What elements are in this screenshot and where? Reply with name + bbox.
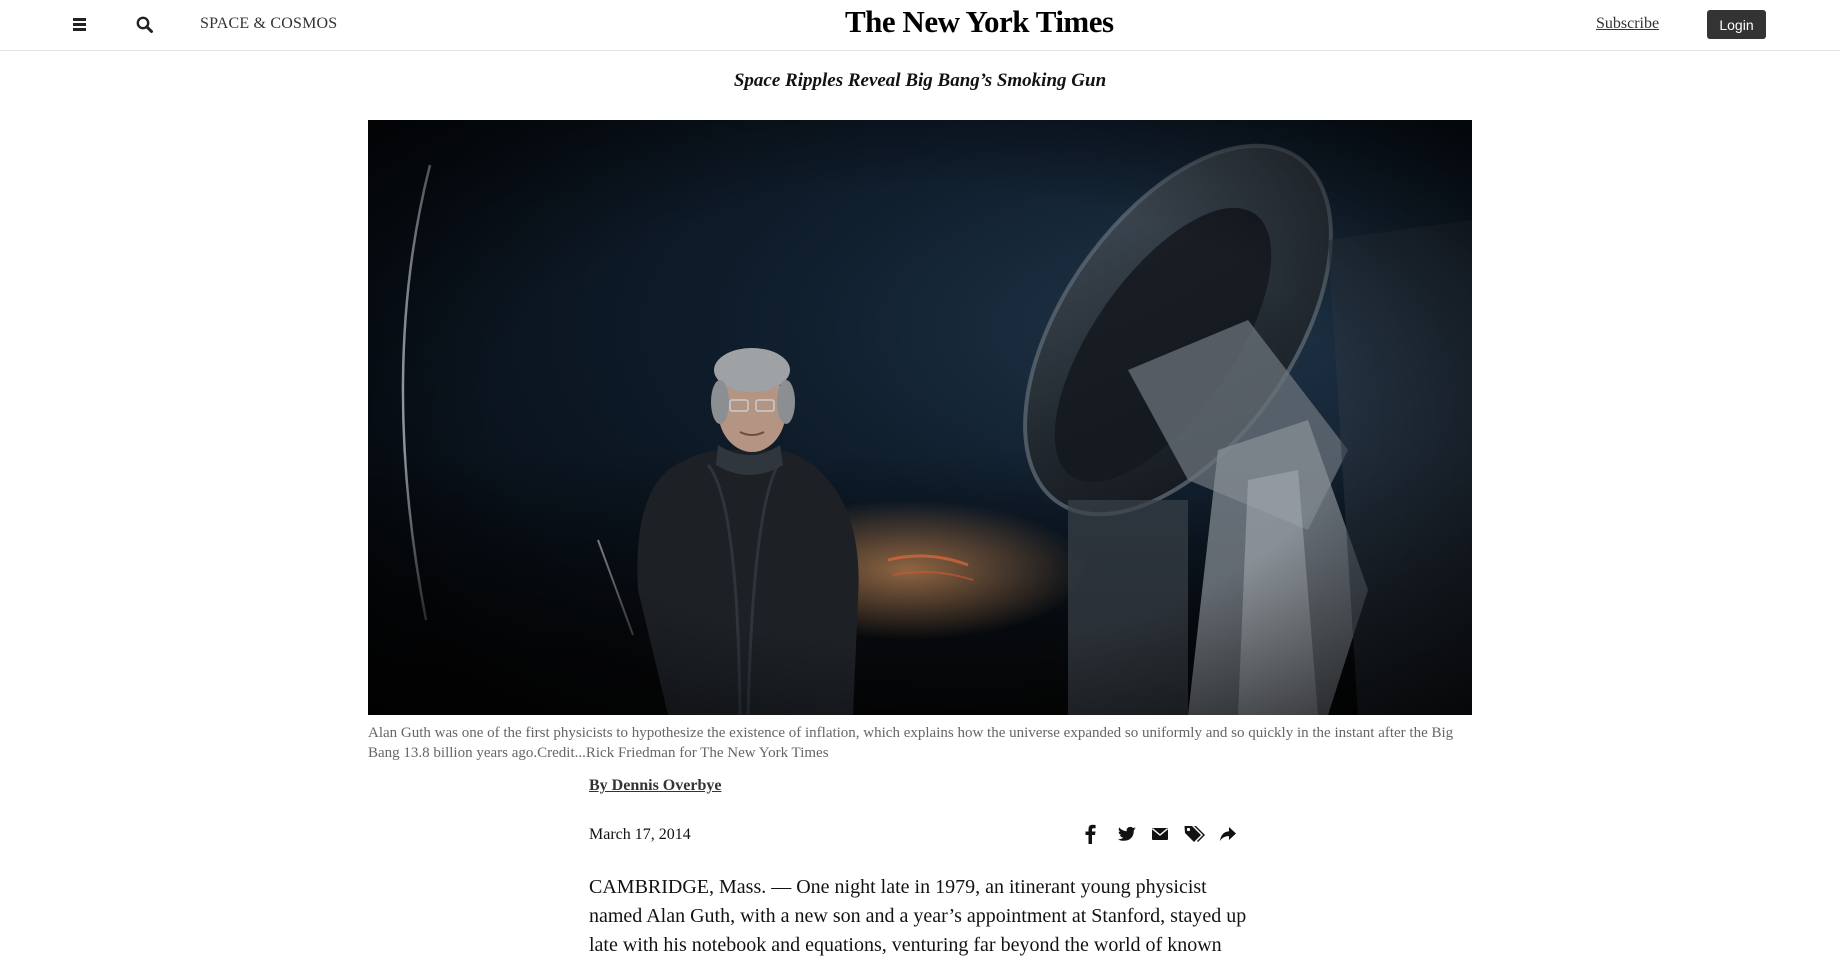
photo-caption: Alan Guth was one of the first physicist…	[368, 725, 1454, 761]
section-link[interactable]: SPACE & COSMOS	[200, 15, 337, 33]
menu-icon[interactable]	[72, 17, 88, 32]
author-byline-link[interactable]: By Dennis Overbye	[589, 777, 721, 795]
tags-icon[interactable]	[1183, 824, 1207, 844]
search-icon[interactable]	[135, 15, 155, 35]
nyt-logo[interactable]: The New York Times	[845, 4, 1114, 40]
subscribe-link[interactable]: Subscribe	[1596, 15, 1659, 33]
article-body-paragraph: CAMBRIDGE, Mass. — One night late in 197…	[589, 876, 1247, 956]
twitter-icon[interactable]	[1117, 824, 1137, 844]
article-headline: Space Ripples Reveal Big Bang’s Smoking …	[733, 70, 1107, 91]
share-icon[interactable]	[1218, 824, 1238, 844]
hero-photo	[368, 120, 1472, 715]
facebook-icon[interactable]	[1083, 824, 1097, 844]
email-icon[interactable]	[1150, 824, 1170, 844]
login-button[interactable]: Login	[1707, 10, 1766, 39]
publish-date: March 17, 2014	[589, 826, 691, 843]
top-navigation-bar: SPACE & COSMOS The New York Times Subscr…	[0, 0, 1840, 51]
